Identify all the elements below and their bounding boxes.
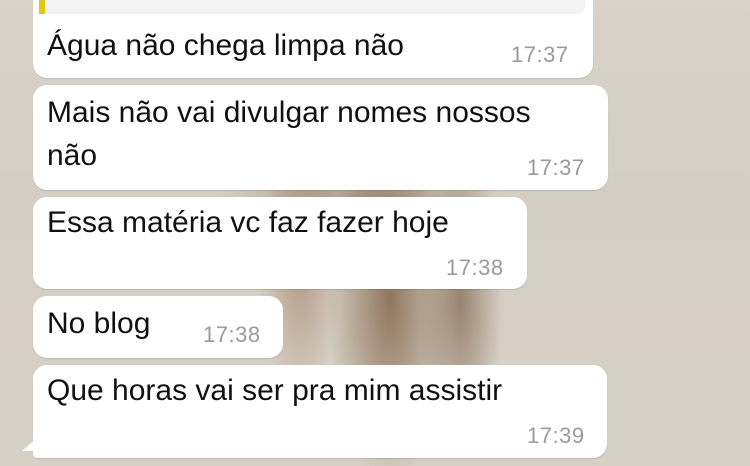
message-bubble[interactable]: Essa matéria vc faz fazer hoje 17:38 [33,197,527,289]
message-time: 17:37 [527,155,585,180]
message-text-line-2: não [47,139,98,172]
quoted-message-preview[interactable] [39,0,585,14]
message-time: 17:38 [446,255,504,280]
message-bubble[interactable]: No blog 17:38 [33,296,283,358]
message-list[interactable]: Água não chega limpa não 17:37 Mais não … [0,0,750,466]
quoted-message-bar [39,0,45,14]
message-time: 17:39 [527,423,585,448]
message-bubble[interactable]: Que horas vai ser pra mim assistir 17:39 [33,365,607,458]
message-text: Que horas vai ser pra mim assistir [47,374,503,407]
message-time: 17:37 [511,42,569,67]
message-text: No blog [47,307,151,340]
message-time: 17:38 [203,322,261,347]
message-bubble[interactable]: Água não chega limpa não 17:37 [33,0,593,78]
message-text: Essa matéria vc faz fazer hoje [47,206,449,239]
message-bubble[interactable]: Mais não vai divulgar nomes nossos não 1… [33,85,608,190]
message-text-line-1: Mais não vai divulgar nomes nossos [47,96,531,129]
message-text: Água não chega limpa não [47,29,404,62]
